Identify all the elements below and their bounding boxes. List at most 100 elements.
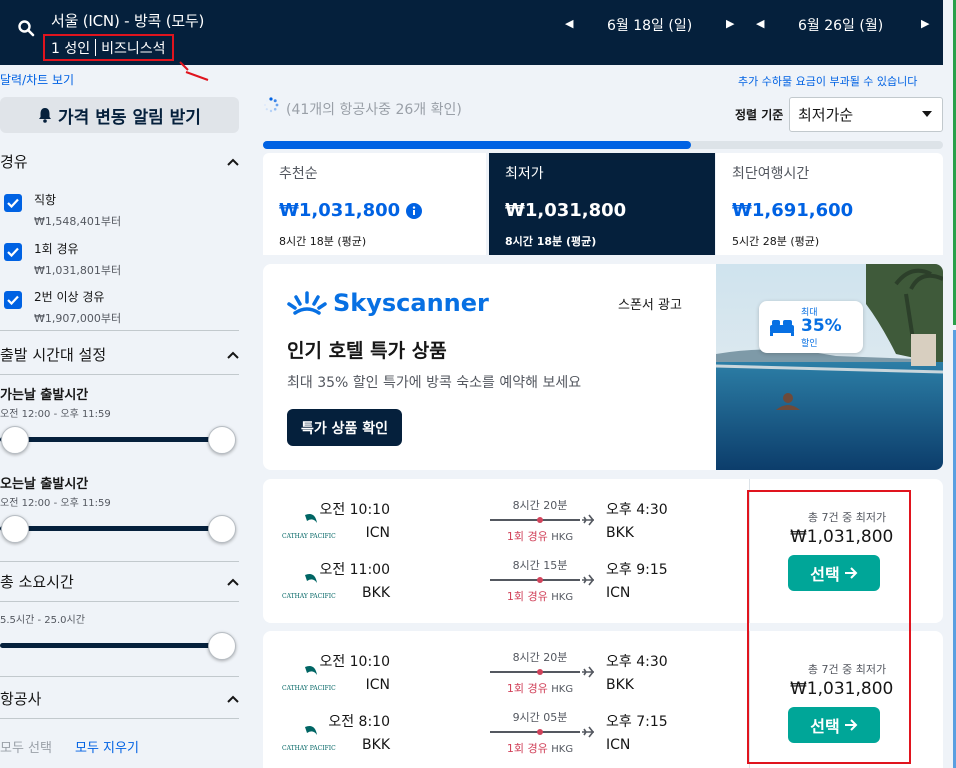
departure-time: 오전 11:00 bbox=[319, 562, 390, 578]
route-line bbox=[490, 519, 580, 521]
return-time-slider-track[interactable] bbox=[0, 526, 224, 531]
route-line bbox=[490, 671, 580, 673]
stop-count: 1회 경유 bbox=[506, 742, 548, 755]
duration-filter-header[interactable]: 총 소요시간 bbox=[0, 571, 239, 592]
route-line bbox=[490, 579, 580, 581]
tab-cheapest[interactable]: 최저가 ₩1,031,800 8시간 18분 (평균) bbox=[489, 153, 715, 255]
depart-prev-arrow-icon[interactable]: ◀ bbox=[565, 17, 573, 30]
tab-fastest[interactable]: 최단여행시간 ₩1,691,600 5시간 28분 (평균) bbox=[716, 153, 943, 255]
divider bbox=[0, 676, 239, 677]
airlines-filter-header[interactable]: 항공사 bbox=[0, 688, 239, 709]
stops-option-two-plus[interactable]: 2번 이상 경유 ₩1,907,000부터 bbox=[4, 288, 121, 326]
airline-name: CATHAY PACIFIC bbox=[282, 593, 336, 600]
clear-all-airlines-link[interactable]: 모두 지우기 bbox=[75, 737, 139, 756]
departure-times-header[interactable]: 출발 시간대 설정 bbox=[0, 344, 239, 365]
pool-resort-photo bbox=[716, 264, 943, 470]
departure-airport: ICN bbox=[365, 525, 390, 541]
return-date[interactable]: 6월 26일 (월) bbox=[798, 15, 883, 35]
flight-duration: 8시간 15분 bbox=[512, 559, 568, 572]
option-label: 직항 bbox=[34, 193, 57, 207]
stop-count: 1회 경유 bbox=[506, 530, 548, 543]
passenger-count: 1 성인 bbox=[51, 41, 91, 57]
sort-dropdown[interactable]: 최저가순 bbox=[789, 97, 943, 132]
slider-handle-min[interactable] bbox=[1, 426, 29, 454]
stops-filter-header[interactable]: 경유 bbox=[0, 151, 239, 172]
return-next-arrow-icon[interactable]: ▶ bbox=[921, 17, 929, 30]
arrival-time: 오후 4:30 bbox=[606, 654, 668, 670]
departure-times-title: 출발 시간대 설정 bbox=[0, 346, 107, 364]
flight-duration: 8시간 20분 bbox=[512, 651, 568, 664]
departure-time: 오전 8:10 bbox=[328, 714, 390, 730]
chevron-up-icon bbox=[227, 351, 239, 359]
departure-airport: BKK bbox=[362, 585, 390, 601]
price-alert-button[interactable]: 가격 변동 알림 받기 bbox=[0, 97, 239, 133]
plane-icon bbox=[582, 666, 595, 678]
stops-filter-title: 경유 bbox=[0, 153, 28, 171]
duration-filter-title: 총 소요시간 bbox=[0, 573, 74, 591]
arrival-airport: ICN bbox=[606, 585, 631, 601]
select-all-airlines-link[interactable]: 모두 선택 bbox=[0, 737, 52, 756]
slider-handle-max[interactable] bbox=[208, 426, 236, 454]
checkbox-checked[interactable] bbox=[4, 194, 22, 212]
sponsored-hotel-ad[interactable]: Skyscanner 스폰서 광고 인기 호텔 특가 상품 최대 35% 할인 … bbox=[263, 264, 943, 470]
ad-title: 인기 호텔 특가 상품 bbox=[287, 340, 447, 362]
stop-dot bbox=[537, 729, 543, 735]
flight-duration: 9시간 05분 bbox=[512, 711, 568, 724]
slider-handle-max[interactable] bbox=[208, 632, 236, 660]
arrival-time: 오후 9:15 bbox=[606, 562, 668, 578]
passenger-cabin-summary[interactable]: 1 성인 비즈니스석 bbox=[43, 34, 174, 61]
caret-down-icon bbox=[922, 111, 932, 117]
option-price: ₩1,907,000부터 bbox=[34, 312, 122, 325]
arrival-time: 오후 7:15 bbox=[606, 714, 668, 730]
divider bbox=[0, 718, 239, 719]
departure-time: 오전 10:10 bbox=[319, 654, 390, 670]
outbound-time-slider-track[interactable] bbox=[0, 437, 224, 442]
baggage-fee-notice-link[interactable]: 추가 수하물 요금이 부과될 수 있습니다 bbox=[738, 73, 917, 89]
option-label: 1회 경유 bbox=[34, 242, 79, 256]
checkbox-checked[interactable] bbox=[4, 291, 22, 309]
route-summary[interactable]: 서울 (ICN) - 방콕 (모두) bbox=[51, 10, 204, 31]
search-header: 서울 (ICN) - 방콕 (모두) 1 성인 비즈니스석 ◀ 6월 18일 (일… bbox=[0, 0, 943, 65]
stops-option-one-stop[interactable]: 1회 경유 ₩1,031,801부터 bbox=[4, 240, 121, 278]
annotation-mark bbox=[179, 61, 209, 81]
stops-option-direct[interactable]: 직항 ₩1,548,401부터 bbox=[4, 191, 121, 229]
tab-duration: 8시간 18분 (평균) bbox=[505, 235, 597, 248]
sort-selected-value: 최저가순 bbox=[798, 106, 854, 124]
checkmark-icon bbox=[7, 247, 19, 257]
sunrise-logo-icon bbox=[287, 291, 327, 315]
flight-leg-return: CATHAY PACIFIC 오전 8:10 BKK 9시간 05분 1회 경유… bbox=[263, 709, 733, 768]
tab-duration: 5시간 28분 (평균) bbox=[732, 235, 820, 248]
plane-icon bbox=[582, 726, 595, 738]
info-icon[interactable] bbox=[406, 202, 423, 219]
stop-dot bbox=[537, 669, 543, 675]
slider-handle-min[interactable] bbox=[1, 515, 29, 543]
option-label: 2번 이상 경유 bbox=[34, 290, 105, 304]
view-deals-button[interactable]: 특가 상품 확인 bbox=[287, 409, 403, 446]
stops-info: 1회 경유 HKG bbox=[490, 680, 590, 696]
option-price: ₩1,031,801부터 bbox=[34, 264, 122, 277]
duration-slider-track[interactable] bbox=[0, 643, 224, 648]
search-progress-fill bbox=[263, 141, 692, 149]
tab-title: 추천순 bbox=[279, 166, 318, 182]
depart-next-arrow-icon[interactable]: ▶ bbox=[726, 17, 734, 30]
checkbox-checked[interactable] bbox=[4, 243, 22, 261]
airlines-filter-title: 항공사 bbox=[0, 690, 42, 708]
search-icon[interactable] bbox=[17, 19, 35, 37]
outbound-time-label: 가는날 출발시간 bbox=[0, 388, 89, 403]
return-prev-arrow-icon[interactable]: ◀ bbox=[756, 17, 764, 30]
route-line bbox=[490, 731, 580, 733]
depart-date[interactable]: 6월 18일 (일) bbox=[607, 15, 692, 35]
bell-icon bbox=[39, 108, 52, 123]
sponsor-label: 스폰서 광고 bbox=[618, 298, 682, 313]
tab-best[interactable]: 추천순 ₩1,031,800 8시간 18분 (평균) bbox=[263, 153, 486, 255]
option-price: ₩1,548,401부터 bbox=[34, 215, 122, 228]
stops-info: 1회 경유 HKG bbox=[490, 528, 590, 544]
calendar-chart-link[interactable]: 달력/차트 보기 bbox=[0, 71, 74, 88]
tab-price: ₩1,691,600 bbox=[732, 200, 854, 221]
flight-leg-outbound: CATHAY PACIFIC 오전 10:10 ICN 8시간 20분 1회 경… bbox=[263, 497, 733, 557]
airline-name: CATHAY PACIFIC bbox=[282, 685, 336, 692]
airline-name: CATHAY PACIFIC bbox=[282, 533, 336, 540]
brand-name: Skyscanner bbox=[333, 289, 489, 317]
slider-handle-max[interactable] bbox=[208, 515, 236, 543]
divider bbox=[0, 561, 239, 562]
